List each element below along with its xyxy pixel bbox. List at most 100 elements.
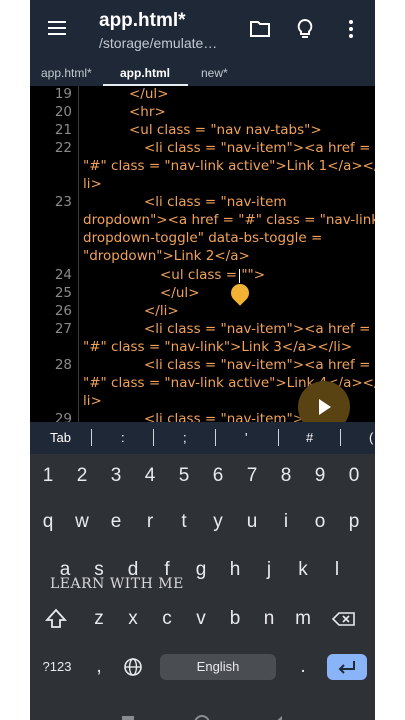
key-y[interactable]: y <box>203 507 233 537</box>
code-editor[interactable]: 19 20 21 22 23 24 25 26 27 28 29 </ul> <… <box>30 86 375 422</box>
gutter-divider <box>78 86 79 422</box>
system-nav-bar <box>30 710 375 720</box>
key-8[interactable]: 8 <box>271 461 301 491</box>
tab-bar: app.html* app.html new* <box>30 60 375 86</box>
code-line-wrap: li> <box>83 393 102 409</box>
key-period[interactable]: . <box>288 652 318 682</box>
key-r[interactable]: r <box>135 507 165 537</box>
symbol-separator <box>278 429 279 446</box>
code-line: <li class = "nav-item"><a href = <box>144 357 371 373</box>
key-0[interactable]: 0 <box>339 461 369 491</box>
code-line: </ul> <box>129 86 169 102</box>
symbol-hash-key[interactable]: # <box>306 430 313 445</box>
key-c[interactable]: c <box>152 604 182 634</box>
more-vert-icon[interactable] <box>348 19 354 44</box>
key-2[interactable]: 2 <box>67 461 97 491</box>
symbol-separator <box>91 429 92 446</box>
key-7[interactable]: 7 <box>237 461 267 491</box>
key-m[interactable]: m <box>288 604 318 634</box>
key-g[interactable]: g <box>186 555 216 585</box>
space-key[interactable]: English <box>160 654 276 680</box>
key-o[interactable]: o <box>305 507 335 537</box>
key-p[interactable]: p <box>339 507 369 537</box>
line-number: 20 <box>54 104 72 120</box>
line-number: 29 <box>54 411 72 422</box>
line-number: 24 <box>54 267 72 283</box>
key-3[interactable]: 3 <box>101 461 131 491</box>
code-line-wrap: dropdown"><a href = "#" class = "nav-lin… <box>83 212 375 228</box>
backspace-icon <box>331 612 355 626</box>
code-line: <li class = "nav-item"><a href = <box>144 321 371 337</box>
key-n[interactable]: n <box>254 604 284 634</box>
code-line-wrap: dropdown-toggle" data-bs-toggle = <box>83 230 323 246</box>
folder-icon[interactable] <box>249 19 271 44</box>
key-u[interactable]: u <box>237 507 267 537</box>
key-j[interactable]: j <box>254 555 284 585</box>
code-line-wrap: "#" class = "nav-link">Link 3</a></li> <box>83 339 353 355</box>
key-4[interactable]: 4 <box>135 461 165 491</box>
cursor-handle[interactable] <box>227 280 253 306</box>
line-number: 23 <box>54 194 72 210</box>
symbol-separator <box>215 429 216 446</box>
symbols-mode-key[interactable]: ?123 <box>38 652 76 682</box>
play-icon <box>319 399 331 415</box>
code-line: <li class = "nav-item"><a href = <box>144 140 371 156</box>
symbol-tab-key[interactable]: Tab <box>50 430 71 445</box>
line-number: 25 <box>54 285 72 301</box>
app-bar: app.html* /storage/emulate… <box>30 0 375 60</box>
symbol-paren-key[interactable]: ( <box>369 430 373 445</box>
symbol-quote-key[interactable]: ' <box>245 430 247 445</box>
globe-icon <box>124 658 142 676</box>
key-v[interactable]: v <box>186 604 216 634</box>
tab-app-html-modified[interactable]: app.html* <box>41 66 92 80</box>
key-b[interactable]: b <box>220 604 250 634</box>
code-line: <li class = "nav-item <box>144 194 287 210</box>
code-line-wrap: "#" class = "nav-link active">Link 1</a>… <box>83 158 375 174</box>
symbol-bar: Tab : ; ' # ( <box>30 422 375 454</box>
code-line: </ul> <box>160 285 200 301</box>
backspace-key[interactable] <box>329 604 359 634</box>
key-w[interactable]: w <box>67 507 97 537</box>
key-i[interactable]: i <box>271 507 301 537</box>
shift-key[interactable] <box>41 604 71 634</box>
watermark-text: LEARN WITH ME <box>50 576 184 592</box>
tab-new[interactable]: new* <box>201 66 228 80</box>
line-number: 19 <box>54 86 72 102</box>
menu-icon[interactable] <box>47 18 67 43</box>
key-z[interactable]: z <box>84 604 114 634</box>
symbol-separator <box>153 429 154 446</box>
key-5[interactable]: 5 <box>169 461 199 491</box>
line-number: 21 <box>54 122 72 138</box>
soft-keyboard: 1 2 3 4 5 6 7 8 9 0 q w e r t y u i o p … <box>30 454 375 720</box>
key-t[interactable]: t <box>169 507 199 537</box>
code-line: <ul class = "nav nav-tabs"> <box>129 122 322 138</box>
code-line-wrap: "dropdown">Link 2</a> <box>83 248 250 264</box>
key-1[interactable]: 1 <box>33 461 63 491</box>
symbol-semicolon-key[interactable]: ; <box>183 430 187 445</box>
run-button[interactable] <box>298 381 350 422</box>
language-key[interactable] <box>118 652 148 682</box>
key-6[interactable]: 6 <box>203 461 233 491</box>
key-e[interactable]: e <box>101 507 131 537</box>
key-comma[interactable]: , <box>84 652 114 682</box>
phone-screen: app.html* /storage/emulate… app.html* ap… <box>30 0 375 720</box>
line-number: 27 <box>54 321 72 337</box>
line-number: 28 <box>54 357 72 373</box>
code-line: </li> <box>144 303 179 319</box>
file-title: app.html* <box>99 10 186 31</box>
tab-app-html[interactable]: app.html <box>120 66 170 80</box>
symbol-colon-key[interactable]: : <box>121 430 125 445</box>
key-k[interactable]: k <box>288 555 318 585</box>
key-x[interactable]: x <box>118 604 148 634</box>
key-h[interactable]: h <box>220 555 250 585</box>
key-q[interactable]: q <box>33 507 63 537</box>
key-9[interactable]: 9 <box>305 461 335 491</box>
shift-icon <box>44 608 68 628</box>
code-line-wrap: li> <box>83 176 102 192</box>
lightbulb-icon[interactable] <box>296 18 314 45</box>
code-line: <hr> <box>129 104 166 120</box>
enter-key[interactable] <box>327 654 367 680</box>
key-l[interactable]: l <box>322 555 352 585</box>
file-path: /storage/emulate… <box>99 35 218 51</box>
line-number: 26 <box>54 303 72 319</box>
